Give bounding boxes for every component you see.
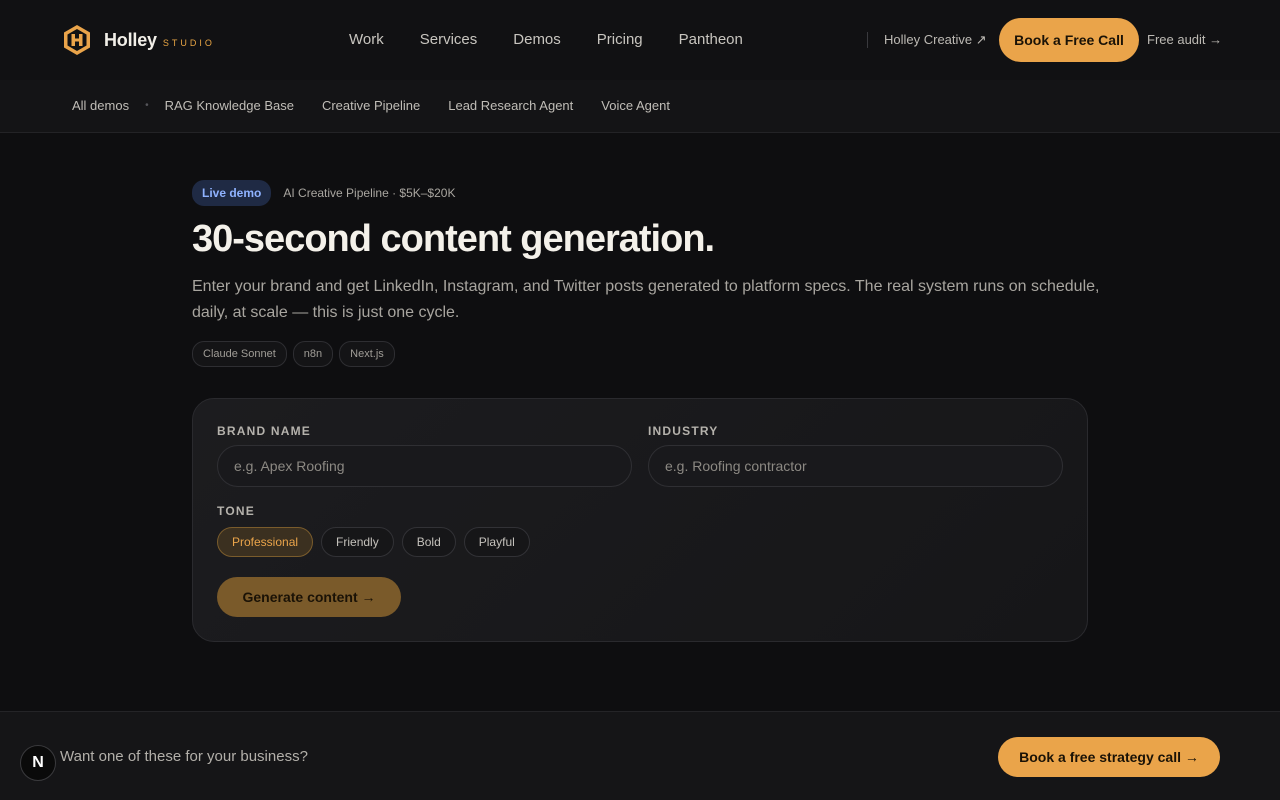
- holley-creative-link[interactable]: Holley Creative ↗: [884, 32, 987, 48]
- bottom-cta-bar: N Want one of these for your business? B…: [0, 711, 1280, 800]
- tone-options: Professional Friendly Bold Playful: [217, 527, 530, 557]
- industry-label: INDUSTRY: [648, 424, 719, 438]
- tag-nextjs: Next.js: [339, 341, 395, 367]
- subnav-creative-pipeline[interactable]: Creative Pipeline: [322, 98, 420, 113]
- demos-subnav: All demos • RAG Knowledge Base Creative …: [0, 80, 1280, 133]
- book-strategy-call-button[interactable]: Book a free strategy call →: [998, 737, 1220, 777]
- demo-meta: AI Creative Pipeline · $5K–$20K: [283, 186, 456, 200]
- tone-friendly[interactable]: Friendly: [321, 527, 394, 557]
- tone-label: TONE: [217, 504, 255, 518]
- nextjs-dev-icon[interactable]: N: [20, 745, 56, 781]
- nav-pricing[interactable]: Pricing: [597, 31, 643, 48]
- tone-professional[interactable]: Professional: [217, 527, 314, 557]
- logo-subtitle: STUDIO: [162, 38, 215, 48]
- hexagon-logo-icon: [64, 25, 90, 55]
- page-title: 30-second content generation.: [192, 218, 715, 260]
- tone-bold[interactable]: Bold: [401, 527, 456, 557]
- content-generator-form: BRAND NAME INDUSTRY TONE Professional Fr…: [192, 398, 1088, 642]
- cta-text: Want one of these for your business?: [60, 748, 308, 765]
- page-description: Enter your brand and get LinkedIn, Insta…: [192, 278, 1100, 321]
- logo[interactable]: Holley STUDIO: [62, 24, 215, 56]
- tag-n8n: n8n: [292, 341, 334, 367]
- tone-playful[interactable]: Playful: [463, 527, 530, 557]
- main-nav: Work Services Demos Pricing Pantheon: [349, 31, 743, 48]
- brand-name-input[interactable]: [217, 445, 632, 487]
- tag-claude-sonnet: Claude Sonnet: [192, 341, 287, 367]
- subnav-separator: •: [145, 100, 149, 111]
- brand-name-label: BRAND NAME: [217, 424, 311, 438]
- industry-input[interactable]: [648, 445, 1063, 487]
- logo-name: Holley: [104, 29, 157, 50]
- generate-content-button[interactable]: Generate content →: [217, 577, 401, 617]
- nav-pantheon[interactable]: Pantheon: [679, 31, 743, 48]
- nav-divider: [867, 32, 868, 48]
- subnav-lead-research-agent[interactable]: Lead Research Agent: [448, 98, 573, 113]
- tech-tags: Claude Sonnet n8n Next.js: [192, 341, 395, 367]
- book-free-call-button[interactable]: Book a Free Call: [999, 18, 1139, 62]
- live-demo-badge: Live demo: [192, 180, 272, 206]
- nav-work[interactable]: Work: [349, 31, 384, 48]
- subnav-rag-knowledge-base[interactable]: RAG Knowledge Base: [165, 98, 294, 113]
- free-audit-link[interactable]: Free audit →: [1147, 32, 1222, 47]
- subnav-all-demos[interactable]: All demos: [72, 98, 129, 113]
- nav-demos[interactable]: Demos: [513, 31, 561, 48]
- nav-services[interactable]: Services: [420, 31, 478, 48]
- top-navigation-bar: Holley STUDIO Work Services Demos Pricin…: [0, 0, 1280, 80]
- demo-badge-row: Live demo AI Creative Pipeline · $5K–$20…: [192, 180, 455, 206]
- subnav-voice-agent[interactable]: Voice Agent: [601, 98, 670, 113]
